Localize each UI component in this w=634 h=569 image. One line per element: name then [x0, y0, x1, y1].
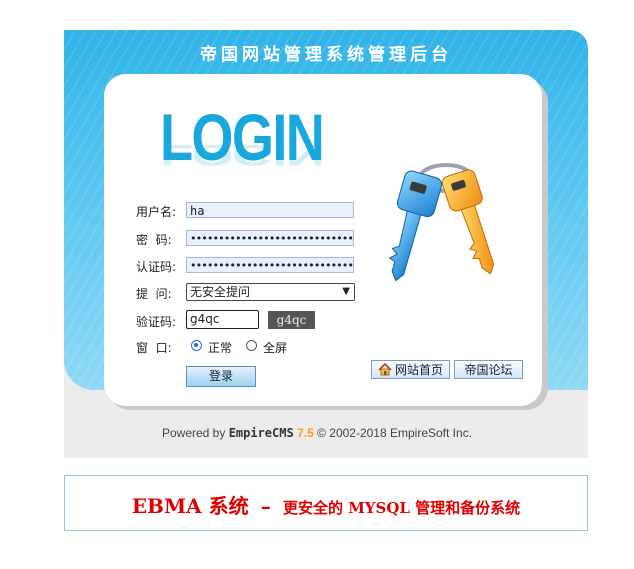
- footer-powered: Powered by: [161, 426, 226, 440]
- password-label: 密 码:: [136, 233, 172, 247]
- footer-brand: EmpireCMS: [228, 426, 294, 440]
- question-select-value: 无安全提问: [190, 285, 251, 299]
- forum-button[interactable]: 帝国论坛: [454, 360, 523, 379]
- site-home-button[interactable]: 网站首页: [371, 360, 450, 379]
- footer-version: 7.5: [297, 426, 314, 440]
- window-label: 窗 口:: [136, 341, 172, 355]
- footer-copyright: © 2002-2018 EmpireSoft Inc.: [317, 426, 473, 440]
- ad-dash: –: [260, 494, 271, 518]
- footer: Powered by EmpireCMS 7.5 © 2002-2018 Emp…: [0, 426, 634, 440]
- login-button[interactable]: 登录: [186, 366, 256, 387]
- ad-tagline: 更安全的 MYSQL 管理和备份系统: [282, 499, 521, 517]
- ad-title: EBMA 系统: [131, 494, 249, 518]
- vcode-input[interactable]: g4qc: [186, 310, 259, 329]
- question-select[interactable]: 无安全提问 ▼: [186, 283, 355, 301]
- auth-code-input[interactable]: ••••••••••••••••••••••••••••••••: [186, 257, 354, 273]
- site-home-label: 网站首页: [394, 363, 443, 377]
- captcha-image[interactable]: g4qc: [268, 311, 315, 329]
- question-label: 提 问:: [136, 287, 172, 301]
- chevron-down-icon: ▼: [342, 286, 350, 297]
- window-fullscreen-label: 全屏: [263, 341, 288, 355]
- forum-label: 帝国论坛: [464, 363, 513, 377]
- auth-code-label: 认证码:: [136, 260, 177, 274]
- password-input[interactable]: ••••••••••••••••••••••••••••••••: [186, 230, 354, 246]
- username-input[interactable]: ha: [186, 202, 354, 218]
- keys-icon: [388, 163, 495, 282]
- window-normal-label: 正常: [208, 341, 233, 355]
- vcode-label: 验证码:: [136, 315, 177, 329]
- window-fullscreen-radio[interactable]: [246, 340, 257, 351]
- home-icon: [378, 363, 392, 376]
- page-title: 帝国网站管理系统管理后台: [200, 45, 452, 65]
- window-normal-radio[interactable]: [191, 340, 202, 351]
- ebma-ad-banner[interactable]: EBMA 系统 – 更安全的 MYSQL 管理和备份系统: [64, 475, 588, 531]
- username-label: 用户名:: [136, 205, 177, 219]
- login-logo-reflection: LOGIN: [160, 138, 324, 172]
